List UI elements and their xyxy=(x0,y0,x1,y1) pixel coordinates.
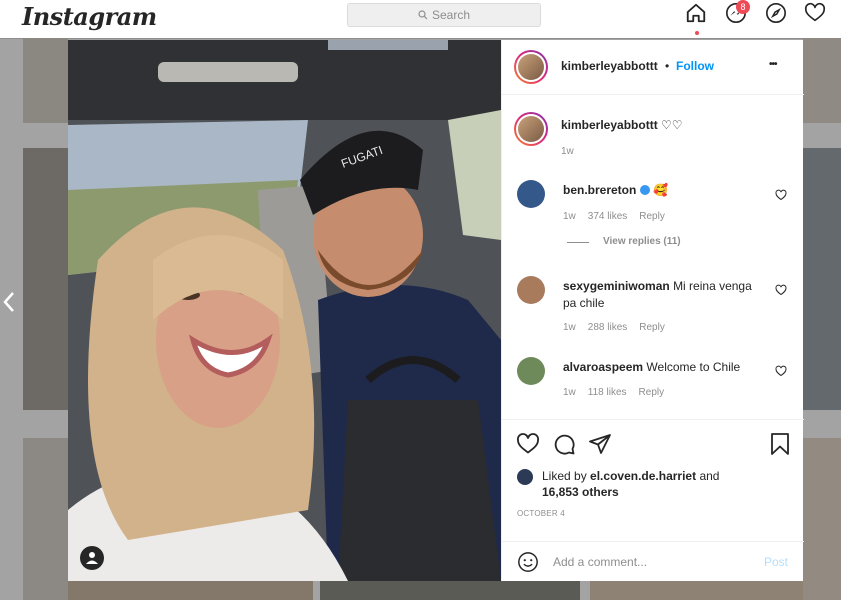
emoji-smiley-icon[interactable] xyxy=(517,551,539,573)
search-icon xyxy=(418,10,428,20)
tagged-users-button[interactable] xyxy=(80,546,104,570)
comment-likes[interactable]: 118 likes xyxy=(588,387,627,398)
post-actions: Liked by el.coven.de.harriet and 16,853 … xyxy=(502,419,804,582)
verified-badge-icon xyxy=(639,185,650,195)
caption: kimberleyabbottt ♡♡ xyxy=(561,118,683,132)
post-modal: FUGATI kimberleyabbottt • Follow ••• kim… xyxy=(68,40,804,581)
comment-meta: 1w 288 likes Reply xyxy=(563,322,665,333)
like-heart-icon[interactable] xyxy=(516,432,540,456)
comment-username[interactable]: sexygeminiwoman xyxy=(563,279,670,293)
comment-time[interactable]: 1w xyxy=(563,211,576,222)
commenter-avatar[interactable] xyxy=(517,357,545,385)
post-comment-button[interactable]: Post xyxy=(764,555,788,569)
comment-meta: 1w 374 likes Reply xyxy=(563,211,665,222)
post-side-panel: kimberleyabbottt • Follow ••• kimberleya… xyxy=(501,40,804,581)
previous-post-arrow-icon[interactable] xyxy=(2,290,16,314)
caption-text: ♡♡ xyxy=(661,118,683,132)
caption-username[interactable]: kimberleyabbottt xyxy=(561,118,658,132)
comment-like-heart-icon[interactable] xyxy=(775,284,787,296)
comment-text: alvaroaspeem Welcome to Chile xyxy=(563,359,763,376)
liker-avatar[interactable] xyxy=(517,469,533,485)
liked-by-and: and xyxy=(699,469,720,483)
comment-item: ben.brereton 🥰 1w 374 likes Reply View r… xyxy=(517,180,787,260)
comment-body: Welcome to Chile xyxy=(646,360,741,374)
comment-text: sexygeminiwoman Mi reina venga pa chile xyxy=(563,278,763,312)
follow-button[interactable]: Follow xyxy=(676,59,714,73)
follow-separator: • xyxy=(665,59,670,73)
share-paper-plane-icon[interactable] xyxy=(588,432,612,456)
reply-button[interactable]: Reply xyxy=(639,387,665,398)
liked-by-username[interactable]: el.coven.de.harriet xyxy=(590,469,696,483)
comment-time[interactable]: 1w xyxy=(563,322,576,333)
post-photo[interactable]: FUGATI xyxy=(68,40,501,581)
comment-username[interactable]: ben.brereton xyxy=(563,183,636,197)
reply-button[interactable]: Reply xyxy=(639,211,665,222)
messages-badge: 8 xyxy=(736,0,750,14)
add-comment-bar: Add a comment... Post xyxy=(502,541,804,583)
save-bookmark-icon[interactable] xyxy=(768,432,792,456)
caption-avatar[interactable] xyxy=(514,112,548,146)
comment-body: 🥰 xyxy=(653,183,668,197)
user-tag-icon xyxy=(86,552,98,564)
author-username[interactable]: kimberleyabbottt xyxy=(561,59,658,73)
post-photo-illustration: FUGATI xyxy=(68,40,501,581)
home-icon[interactable] xyxy=(685,2,709,26)
search-placeholder: Search xyxy=(431,8,471,22)
reply-button[interactable]: Reply xyxy=(639,322,665,333)
view-replies-line xyxy=(567,242,589,243)
comment-likes[interactable]: 374 likes xyxy=(588,211,627,222)
more-options-icon[interactable]: ••• xyxy=(769,59,777,70)
comment-time[interactable]: 1w xyxy=(563,387,576,398)
view-replies-button[interactable]: View replies (11) xyxy=(603,236,681,247)
explore-icon[interactable] xyxy=(765,2,789,26)
comment-username[interactable]: alvaroaspeem xyxy=(563,360,643,374)
commenter-avatar[interactable] xyxy=(517,180,545,208)
add-comment-input[interactable]: Add a comment... xyxy=(553,555,647,569)
author-avatar[interactable] xyxy=(514,50,548,84)
comment-like-heart-icon[interactable] xyxy=(775,365,787,377)
comment-item: alvaroaspeem Welcome to Chile 1w 118 lik… xyxy=(517,357,787,402)
comment-bubble-icon[interactable] xyxy=(552,432,576,456)
liked-by-prefix: Liked by xyxy=(542,469,587,483)
comment-item: sexygeminiwoman Mi reina venga pa chile … xyxy=(517,276,787,336)
top-nav-bar: Instagram Search 8 xyxy=(0,0,841,39)
commenter-avatar[interactable] xyxy=(517,276,545,304)
others-likes-count[interactable]: 16,853 others xyxy=(542,485,619,499)
caption-timestamp[interactable]: 1w xyxy=(561,146,574,157)
search-box[interactable]: Search xyxy=(347,3,541,27)
comment-likes[interactable]: 288 likes xyxy=(588,322,627,333)
comment-text: ben.brereton 🥰 xyxy=(563,182,763,199)
activity-heart-icon[interactable] xyxy=(804,2,828,26)
post-date[interactable]: OCTOBER 4 xyxy=(517,509,565,518)
comment-meta: 1w 118 likes Reply xyxy=(563,387,664,398)
comment-like-heart-icon[interactable] xyxy=(775,189,787,201)
instagram-logo[interactable]: Instagram xyxy=(22,2,157,31)
post-header: kimberleyabbottt • Follow ••• xyxy=(502,40,804,95)
home-active-dot xyxy=(695,31,699,35)
